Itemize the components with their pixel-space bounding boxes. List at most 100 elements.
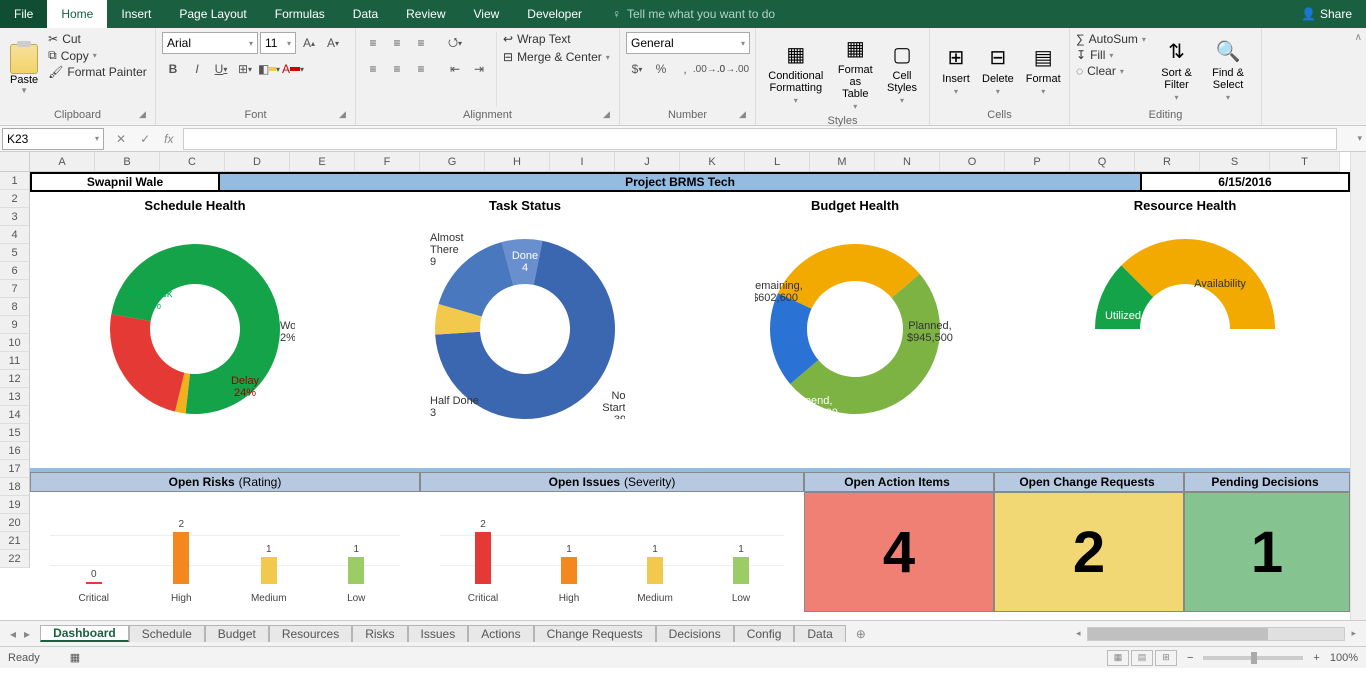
sheet-tab-risks[interactable]: Risks: [352, 625, 407, 642]
sheet-tab-change-requests[interactable]: Change Requests: [534, 625, 656, 642]
zoom-in-button[interactable]: +: [1313, 652, 1319, 664]
decrease-decimal-button[interactable]: .0→.00: [722, 58, 744, 80]
column-header[interactable]: S: [1200, 152, 1270, 172]
column-header[interactable]: L: [745, 152, 810, 172]
sheet-tab-decisions[interactable]: Decisions: [656, 625, 734, 642]
row-header[interactable]: 16: [0, 442, 30, 460]
clear-button[interactable]: ◌Clear▾: [1076, 64, 1146, 78]
row-header[interactable]: 12: [0, 370, 30, 388]
column-header[interactable]: B: [95, 152, 160, 172]
cell-styles-button[interactable]: ▢Cell Styles▾: [881, 32, 923, 113]
ribbon-tab-home[interactable]: Home: [47, 0, 107, 28]
row-headers[interactable]: 12345678910111213141516171819202122: [0, 172, 30, 620]
collapse-ribbon-icon[interactable]: ∧: [1355, 32, 1362, 43]
sort-filter-button[interactable]: ⇅Sort & Filter▾: [1152, 32, 1201, 107]
row-header[interactable]: 14: [0, 406, 30, 424]
column-header[interactable]: Q: [1070, 152, 1135, 172]
percent-format-button[interactable]: %: [650, 58, 672, 80]
row-header[interactable]: 3: [0, 208, 30, 226]
align-middle-button[interactable]: ≡: [386, 32, 408, 54]
row-header[interactable]: 18: [0, 478, 30, 496]
new-sheet-button[interactable]: ⊕: [846, 627, 876, 641]
ribbon-tab-file[interactable]: File: [0, 0, 47, 28]
column-header[interactable]: H: [485, 152, 550, 172]
column-header[interactable]: M: [810, 152, 875, 172]
column-header[interactable]: E: [290, 152, 355, 172]
row-header[interactable]: 13: [0, 388, 30, 406]
select-all-corner[interactable]: [0, 152, 30, 172]
row-header[interactable]: 10: [0, 334, 30, 352]
ribbon-tab-developer[interactable]: Developer: [513, 0, 596, 28]
align-center-button[interactable]: ≡: [386, 58, 408, 80]
font-size-select[interactable]: 11▾: [260, 32, 296, 54]
page-break-view-button[interactable]: ⊞: [1155, 650, 1177, 666]
ribbon-tab-view[interactable]: View: [460, 0, 514, 28]
zoom-out-button[interactable]: −: [1187, 652, 1193, 664]
grow-font-button[interactable]: A▴: [298, 32, 320, 54]
sheet-tab-data[interactable]: Data: [794, 625, 845, 642]
column-header[interactable]: C: [160, 152, 225, 172]
clipboard-launcher[interactable]: ◢: [139, 109, 151, 121]
fill-button[interactable]: ↧Fill▾: [1076, 48, 1146, 62]
macro-record-icon[interactable]: ▦: [70, 651, 80, 664]
merge-center-button[interactable]: ⊟Merge & Center▾: [503, 50, 613, 64]
sheet-tab-issues[interactable]: Issues: [408, 625, 469, 642]
bold-button[interactable]: B: [162, 58, 184, 80]
column-header[interactable]: K: [680, 152, 745, 172]
cut-button[interactable]: ✂Cut: [48, 32, 147, 46]
horizontal-scrollbar[interactable]: ◂ ▸: [1066, 627, 1366, 641]
sheet-tab-budget[interactable]: Budget: [205, 625, 269, 642]
align-right-button[interactable]: ≡: [410, 58, 432, 80]
ribbon-tab-formulas[interactable]: Formulas: [261, 0, 339, 28]
column-header[interactable]: J: [615, 152, 680, 172]
share-button[interactable]: 👤 Share: [1287, 0, 1366, 28]
column-header[interactable]: I: [550, 152, 615, 172]
sheet-tab-schedule[interactable]: Schedule: [129, 625, 205, 642]
ribbon-tab-page-layout[interactable]: Page Layout: [165, 0, 260, 28]
italic-button[interactable]: I: [186, 58, 208, 80]
ribbon-tab-insert[interactable]: Insert: [107, 0, 165, 28]
row-header[interactable]: 4: [0, 226, 30, 244]
column-header[interactable]: A: [30, 152, 95, 172]
column-header[interactable]: R: [1135, 152, 1200, 172]
font-color-button[interactable]: A▾: [282, 58, 304, 80]
ribbon-tab-data[interactable]: Data: [339, 0, 392, 28]
tell-me-search[interactable]: ♀ Tell me what you want to do: [596, 0, 775, 28]
borders-button[interactable]: ⊞▾: [234, 58, 256, 80]
fill-color-button[interactable]: ◧▾: [258, 58, 280, 80]
outdent-button[interactable]: ⇤: [444, 58, 466, 80]
font-name-select[interactable]: Arial▾: [162, 32, 258, 54]
sheet-tab-config[interactable]: Config: [734, 625, 795, 642]
column-header[interactable]: D: [225, 152, 290, 172]
row-header[interactable]: 22: [0, 550, 30, 568]
column-header[interactable]: P: [1005, 152, 1070, 172]
format-painter-button[interactable]: 🖌Format Painter: [48, 65, 147, 79]
expand-formula-icon[interactable]: ▾: [1353, 133, 1366, 144]
column-header[interactable]: N: [875, 152, 940, 172]
font-launcher[interactable]: ◢: [339, 109, 351, 121]
format-cells-button[interactable]: ▤Format▾: [1020, 32, 1067, 107]
orientation-button[interactable]: ⭯▾: [444, 32, 466, 54]
column-header[interactable]: O: [940, 152, 1005, 172]
normal-view-button[interactable]: ▦: [1107, 650, 1129, 666]
row-header[interactable]: 8: [0, 298, 30, 316]
row-header[interactable]: 21: [0, 532, 30, 550]
align-bottom-button[interactable]: ≡: [410, 32, 432, 54]
underline-button[interactable]: U▾: [210, 58, 232, 80]
row-header[interactable]: 6: [0, 262, 30, 280]
ribbon-tab-review[interactable]: Review: [392, 0, 459, 28]
row-header[interactable]: 1: [0, 172, 30, 190]
row-header[interactable]: 19: [0, 496, 30, 514]
cancel-formula-icon[interactable]: ✕: [116, 132, 126, 146]
sheet-tab-dashboard[interactable]: Dashboard: [40, 625, 129, 642]
number-launcher[interactable]: ◢: [739, 109, 751, 121]
sheet-tab-resources[interactable]: Resources: [269, 625, 352, 642]
row-header[interactable]: 2: [0, 190, 30, 208]
sheet-canvas[interactable]: Swapnil Wale Project BRMS Tech 6/15/2016…: [30, 172, 1350, 620]
find-select-button[interactable]: 🔍Find & Select▾: [1201, 32, 1255, 107]
delete-cells-button[interactable]: ⊟Delete▾: [976, 32, 1020, 107]
zoom-level[interactable]: 100%: [1330, 652, 1358, 664]
indent-button[interactable]: ⇥: [468, 58, 490, 80]
vertical-scrollbar[interactable]: [1350, 152, 1366, 620]
row-header[interactable]: 15: [0, 424, 30, 442]
